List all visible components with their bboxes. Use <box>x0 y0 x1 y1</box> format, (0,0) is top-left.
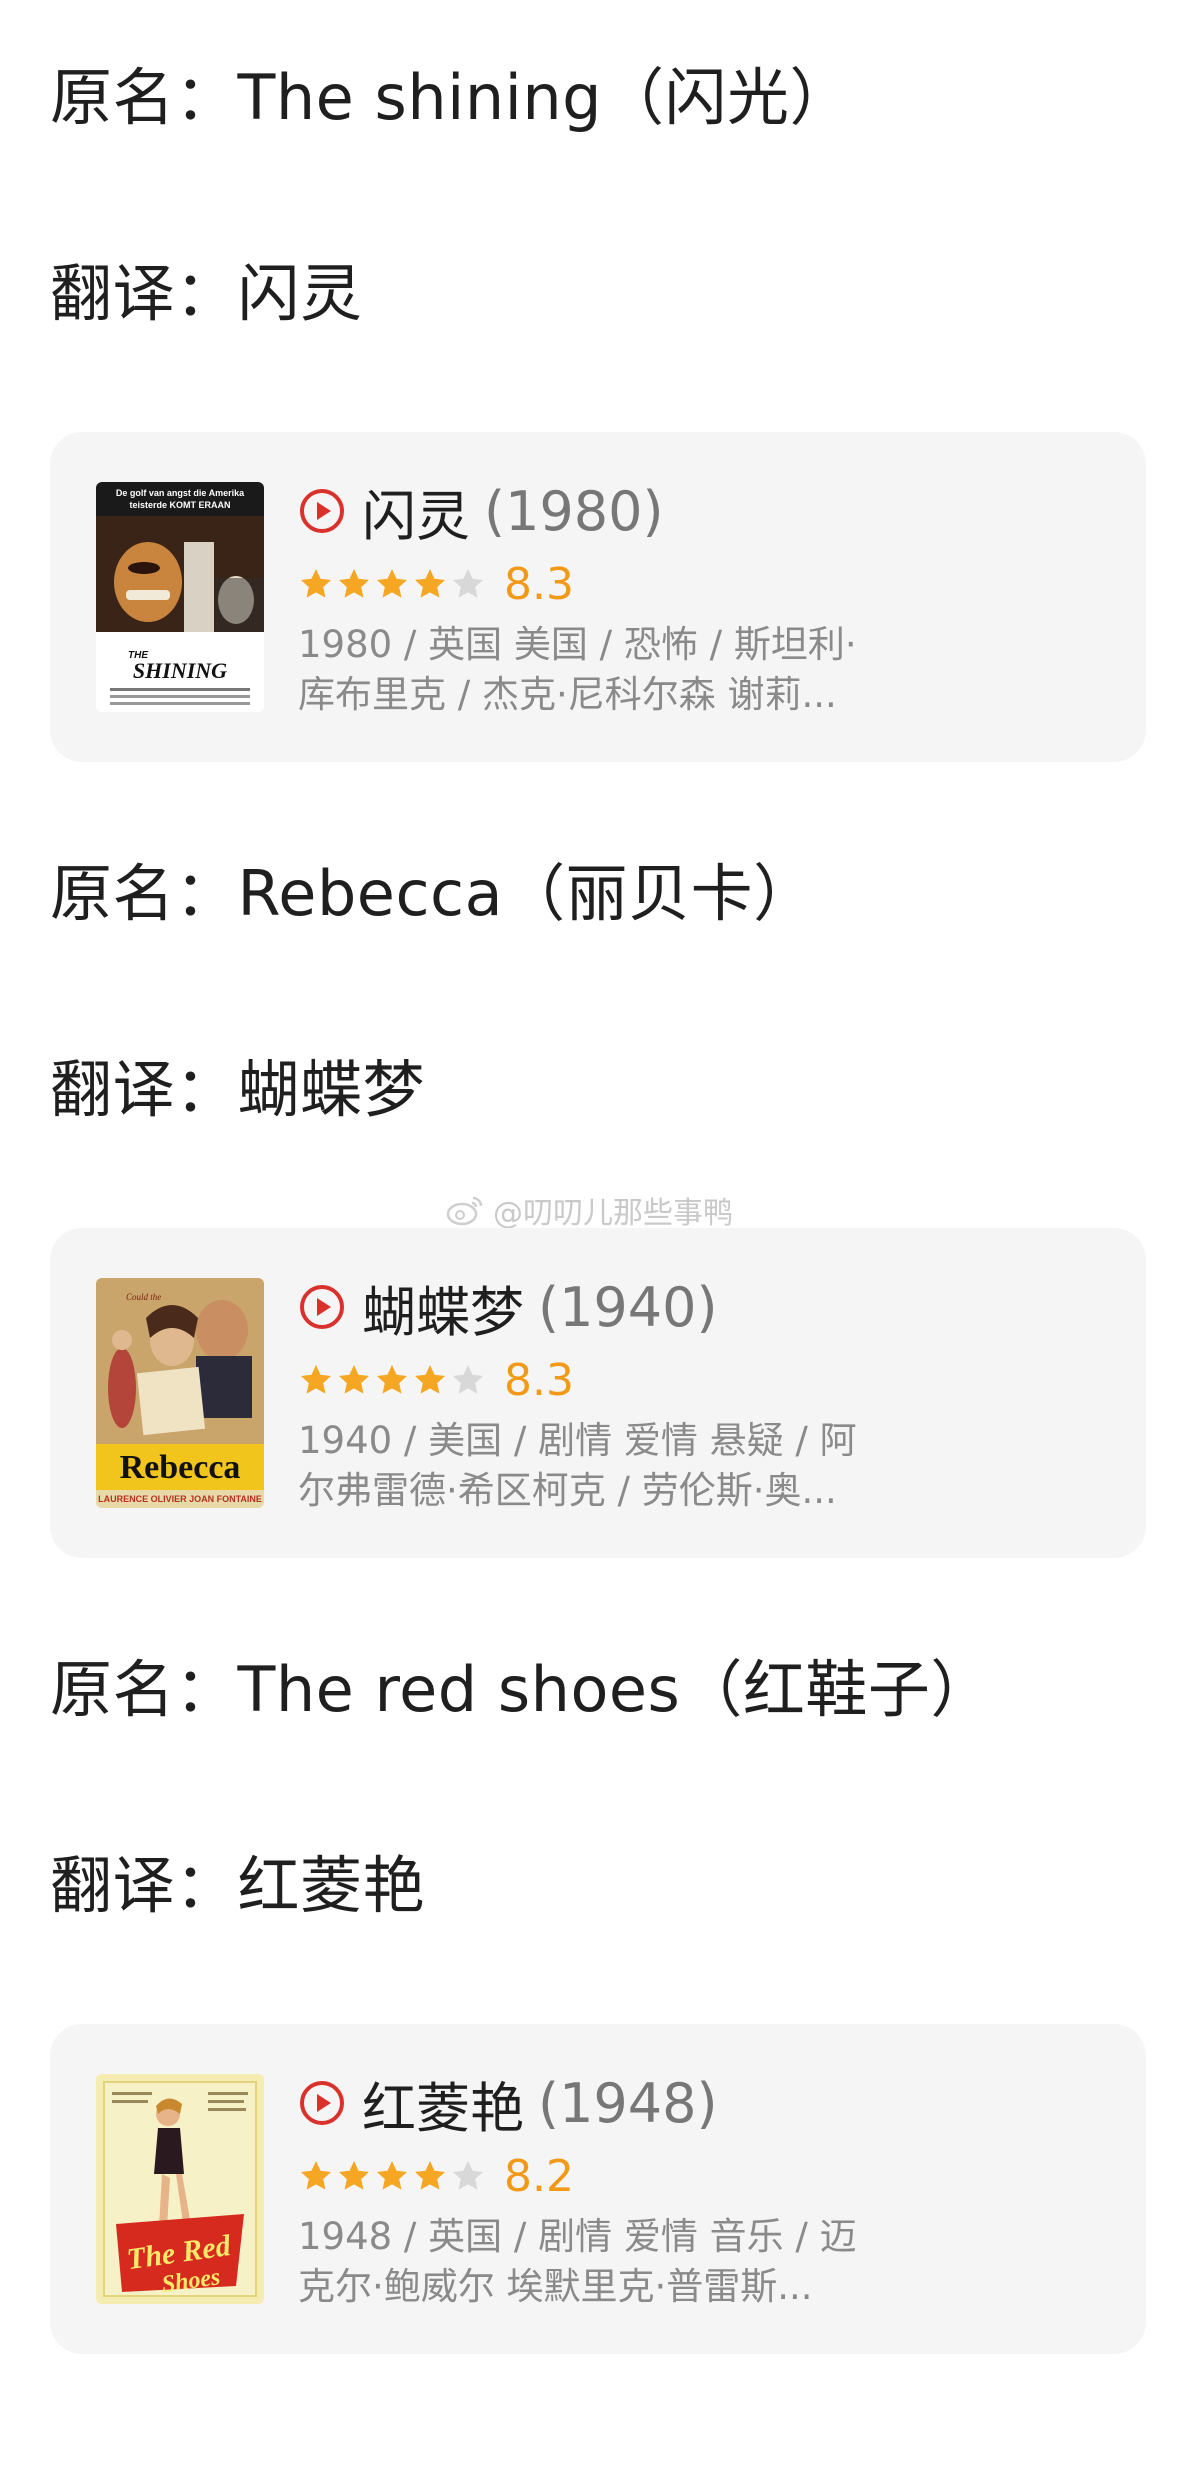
svg-text:LAURENCE OLIVIER JOAN FONTAIN: LAURENCE OLIVIER JOAN FONTAINE <box>98 1494 262 1504</box>
movie-title-row: 闪灵 (1980) <box>298 476 664 548</box>
movie-card-red-shoes[interactable]: The Red Shoes 红菱艳 (1948) 8.2 1948 / 英国 /… <box>50 2024 1146 2354</box>
movie-card-shining[interactable]: De golf van angst die Amerika teisterde … <box>50 432 1146 762</box>
translation-label: 翻译： <box>50 1053 238 1126</box>
rating-row: 8.3 <box>298 556 574 612</box>
star-empty-icon <box>450 1362 486 1398</box>
rating-row: 8.3 <box>298 1352 574 1408</box>
movie-title: 蝴蝶梦 <box>362 1280 524 1344</box>
translation-label: 翻译： <box>50 257 238 330</box>
svg-text:Could the: Could the <box>126 1292 161 1302</box>
watermark: @叨叨儿那些事鸭 <box>445 1188 733 1232</box>
original-name-line: 原名：The shining（闪光） <box>50 58 852 138</box>
translation-line: 翻译：闪灵 <box>50 254 363 334</box>
star-filled-icon <box>374 1362 410 1398</box>
star-filled-icon <box>336 566 372 602</box>
movie-title: 闪灵 <box>362 484 470 548</box>
movie-meta: 1980 / 英国 美国 / 恐怖 / 斯坦利· 库布里克 / 杰克·尼科尔森 … <box>298 620 938 720</box>
translation-line: 翻译：蝴蝶梦 <box>50 1050 425 1130</box>
star-filled-icon <box>298 2158 334 2194</box>
translation-value: 蝴蝶梦 <box>237 1053 426 1126</box>
movie-meta: 1940 / 美国 / 剧情 爱情 悬疑 / 阿 尔弗雷德·希区柯克 / 劳伦斯… <box>298 1416 938 1516</box>
original-value: The red shoes（红鞋子） <box>237 1653 993 1726</box>
meta-line: 1948 / 英国 / 剧情 爱情 音乐 / 迈 <box>298 2215 857 2258</box>
movie-card-rebecca[interactable]: Could the Rebecca LAURENCE OLIVIER JOAN … <box>50 1228 1146 1558</box>
meta-line: 1980 / 英国 美国 / 恐怖 / 斯坦利· <box>298 623 857 666</box>
star-filled-icon <box>412 566 448 602</box>
translation-value: 闪灵 <box>237 257 363 330</box>
original-value: Rebecca（丽贝卡） <box>237 857 816 930</box>
star-filled-icon <box>374 566 410 602</box>
rating-row: 8.2 <box>298 2148 574 2204</box>
weibo-icon <box>446 1196 483 1226</box>
svg-text:teisterde KOMT ERAAN: teisterde KOMT ERAAN <box>129 500 230 510</box>
star-filled-icon <box>412 1362 448 1398</box>
original-label: 原名： <box>50 857 238 930</box>
translation-line: 翻译：红菱艳 <box>50 1846 425 1926</box>
meta-line: 克尔·鲍威尔 埃默里克·普雷斯... <box>298 2265 813 2308</box>
original-label: 原名： <box>50 1653 238 1726</box>
star-filled-icon <box>336 2158 372 2194</box>
meta-line: 库布里克 / 杰克·尼科尔森 谢莉... <box>298 673 837 716</box>
svg-text:Rebecca: Rebecca <box>120 1449 241 1486</box>
original-name-line: 原名：Rebecca（丽贝卡） <box>50 854 816 934</box>
star-filled-icon <box>374 2158 410 2194</box>
play-circle-icon <box>298 2079 346 2127</box>
meta-line: 1940 / 美国 / 剧情 爱情 悬疑 / 阿 <box>298 1419 857 1462</box>
translation-value: 红菱艳 <box>237 1849 426 1922</box>
star-rating <box>298 556 488 612</box>
watermark-text: @叨叨儿那些事鸭 <box>493 1196 733 1231</box>
star-empty-icon <box>450 566 486 602</box>
page: 原名：The shining（闪光） 翻译：闪灵 De golf van ang… <box>0 0 1200 2471</box>
original-name-line: 原名：The red shoes（红鞋子） <box>50 1650 993 1730</box>
movie-meta: 1948 / 英国 / 剧情 爱情 音乐 / 迈 克尔·鲍威尔 埃默里克·普雷斯… <box>298 2212 938 2312</box>
star-filled-icon <box>336 1362 372 1398</box>
star-filled-icon <box>298 566 334 602</box>
star-filled-icon <box>412 2158 448 2194</box>
rating-score: 8.2 <box>504 2150 574 2202</box>
movie-title: 红菱艳 <box>362 2076 524 2140</box>
rating-score: 8.3 <box>504 1354 574 1406</box>
original-label: 原名： <box>50 61 238 134</box>
translation-label: 翻译： <box>50 1849 238 1922</box>
movie-poster-red-shoes: The Red Shoes <box>96 2074 264 2304</box>
movie-poster-shining: De golf van angst die Amerika teisterde … <box>96 482 264 712</box>
svg-text:SHINING: SHINING <box>133 658 227 683</box>
movie-title-row: 蝴蝶梦 (1940) <box>298 1272 718 1344</box>
movie-poster-rebecca: Could the Rebecca LAURENCE OLIVIER JOAN … <box>96 1278 264 1508</box>
movie-year: (1948) <box>538 2071 718 2135</box>
rating-score: 8.3 <box>504 558 574 610</box>
movie-year: (1980) <box>484 479 664 543</box>
svg-text:De golf van angst die Amerika: De golf van angst die Amerika <box>116 488 245 498</box>
original-value: The shining（闪光） <box>237 61 853 134</box>
star-rating <box>298 1352 488 1408</box>
movie-year: (1940) <box>538 1275 718 1339</box>
play-circle-icon <box>298 1283 346 1331</box>
play-circle-icon <box>298 487 346 535</box>
movie-title-row: 红菱艳 (1948) <box>298 2068 718 2140</box>
meta-line: 尔弗雷德·希区柯克 / 劳伦斯·奥... <box>298 1469 837 1512</box>
star-filled-icon <box>298 1362 334 1398</box>
star-empty-icon <box>450 2158 486 2194</box>
star-rating <box>298 2148 488 2204</box>
